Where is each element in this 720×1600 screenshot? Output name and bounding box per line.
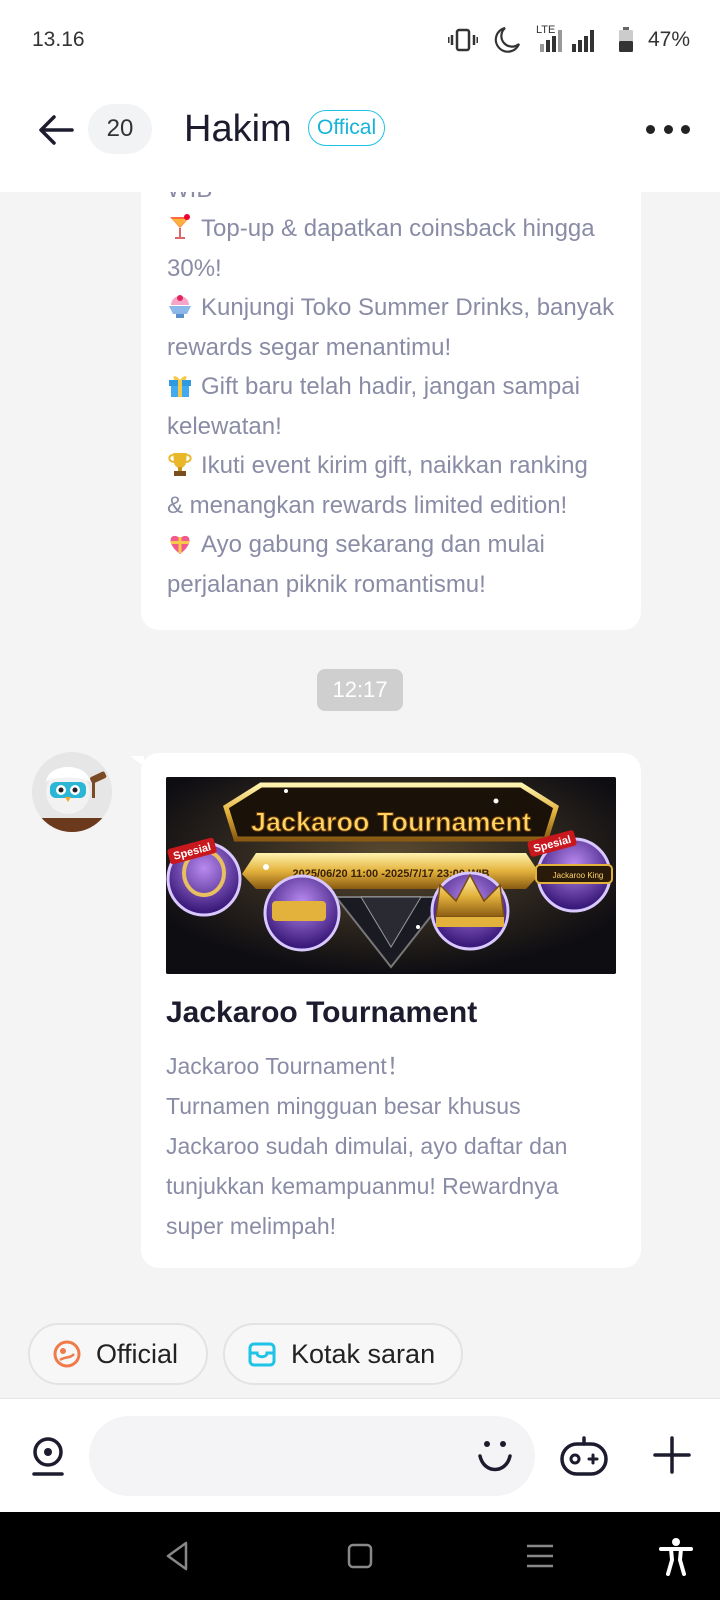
card-body-line: Turnamen mingguan besar khusus <box>166 1093 521 1119</box>
moon-icon <box>494 26 520 53</box>
unread-count-badge[interactable]: 20 <box>88 104 152 154</box>
signal-icons: LTE <box>536 24 604 54</box>
owl-mascot-icon <box>32 752 112 832</box>
message-line: kelewatan! <box>167 407 282 447</box>
message-line-text: Ikuti event kirim gift, naikkan ranking <box>201 452 588 479</box>
timestamp-chip: 12:17 <box>317 669 403 711</box>
event-banner-image[interactable]: Jackaroo Tournament 2025/06/20 11:00 -20… <box>166 777 616 974</box>
message-line-text: & menangkan rewards limited edition! <box>167 492 568 519</box>
message-line: Kunjungi Toko Summer Drinks, banyak <box>167 288 614 328</box>
status-time: 13.16 <box>32 28 85 51</box>
nav-back-icon[interactable] <box>158 1536 198 1576</box>
message-line: rewards segar menantimu! <box>167 328 451 368</box>
inbox-icon <box>248 1342 276 1367</box>
battery-icon <box>618 27 633 52</box>
message-line-text: Ayo gabung sekarang dan mulai <box>201 531 545 558</box>
gift-icon <box>169 376 191 397</box>
kotak-saran-chip[interactable]: Kotak saran <box>223 1323 463 1385</box>
message-line-text: Top-up & dapatkan coinsback hingga <box>201 215 595 242</box>
message-line: perjalanan piknik romantismu! <box>167 565 486 605</box>
planet-icon <box>53 1340 81 1368</box>
message-line: Ayo gabung sekarang dan mulai <box>167 525 545 565</box>
microphone-icon[interactable] <box>28 1434 68 1478</box>
battery-percent: 47% <box>647 28 690 51</box>
smile-icon[interactable] <box>474 1434 516 1476</box>
card-title: Jackaroo Tournament <box>166 996 478 1029</box>
plus-icon[interactable] <box>652 1435 692 1475</box>
card-body-line: Jackaroo Tournament！ <box>166 1053 410 1079</box>
official-badge: Offical <box>308 110 386 146</box>
nav-home-icon[interactable] <box>340 1536 380 1576</box>
message-line: Top-up & dapatkan coinsback hingga <box>167 209 595 249</box>
input-bar <box>0 1398 720 1512</box>
message-line-text: perjalanan piknik romantismu! <box>167 571 486 598</box>
message-line-text: Kunjungi Toko Summer Drinks, banyak <box>201 294 615 321</box>
card-body-line: Jackaroo sudah dimulai, ayo daftar dan <box>166 1133 568 1159</box>
gamepad-icon[interactable] <box>559 1436 609 1478</box>
shaved-ice-icon <box>169 295 191 318</box>
message-line: Ikuti event kirim gift, naikkan ranking <box>167 446 588 486</box>
banner-name-tag: Jackaroo King <box>553 871 604 880</box>
arrow-left-icon[interactable] <box>34 108 78 152</box>
cocktail-icon <box>170 214 190 239</box>
accessibility-icon[interactable] <box>656 1536 696 1576</box>
vibrate-icon <box>447 28 478 52</box>
message-line-text: rewards segar menantimu! <box>167 334 452 361</box>
card-body-line: tunjukkan kemampuanmu! Rewardnya <box>166 1173 559 1199</box>
message-line-text: kelewatan! <box>167 413 282 440</box>
status-icons: LTE 47% <box>447 24 690 56</box>
card-body-line: super melimpah! <box>166 1213 337 1239</box>
kotak-saran-chip-label: Kotak saran <box>291 1338 436 1369</box>
message-line: Gift baru telah hadir, jangan sampai <box>167 367 580 407</box>
message-line-text: Gift baru telah hadir, jangan sampai <box>201 373 580 400</box>
status-bar: 13.16 LTE 47% <box>0 0 720 82</box>
message-input[interactable] <box>89 1416 535 1496</box>
more-horizontal-icon[interactable] <box>646 116 690 142</box>
heart-ribbon-icon <box>170 535 190 554</box>
message-bubble: WIB Top-up & dapatkan coinsback hingga 3… <box>141 150 641 630</box>
message-line: & menangkan rewards limited edition! <box>167 486 567 526</box>
message-line: 30%! <box>167 249 222 289</box>
banner-title: Jackaroo Tournament <box>251 807 531 837</box>
message-line-text: 30%! <box>167 255 222 282</box>
nav-menu-icon[interactable] <box>520 1536 560 1576</box>
official-chip-label: Official <box>96 1338 179 1369</box>
system-nav-bar <box>0 1512 720 1600</box>
avatar[interactable] <box>32 752 112 832</box>
official-chip[interactable]: Official <box>28 1323 208 1385</box>
chat-header: 20 Hakim Offical <box>0 82 720 192</box>
chat-title: Hakim <box>184 108 292 150</box>
trophy-icon <box>168 453 192 476</box>
